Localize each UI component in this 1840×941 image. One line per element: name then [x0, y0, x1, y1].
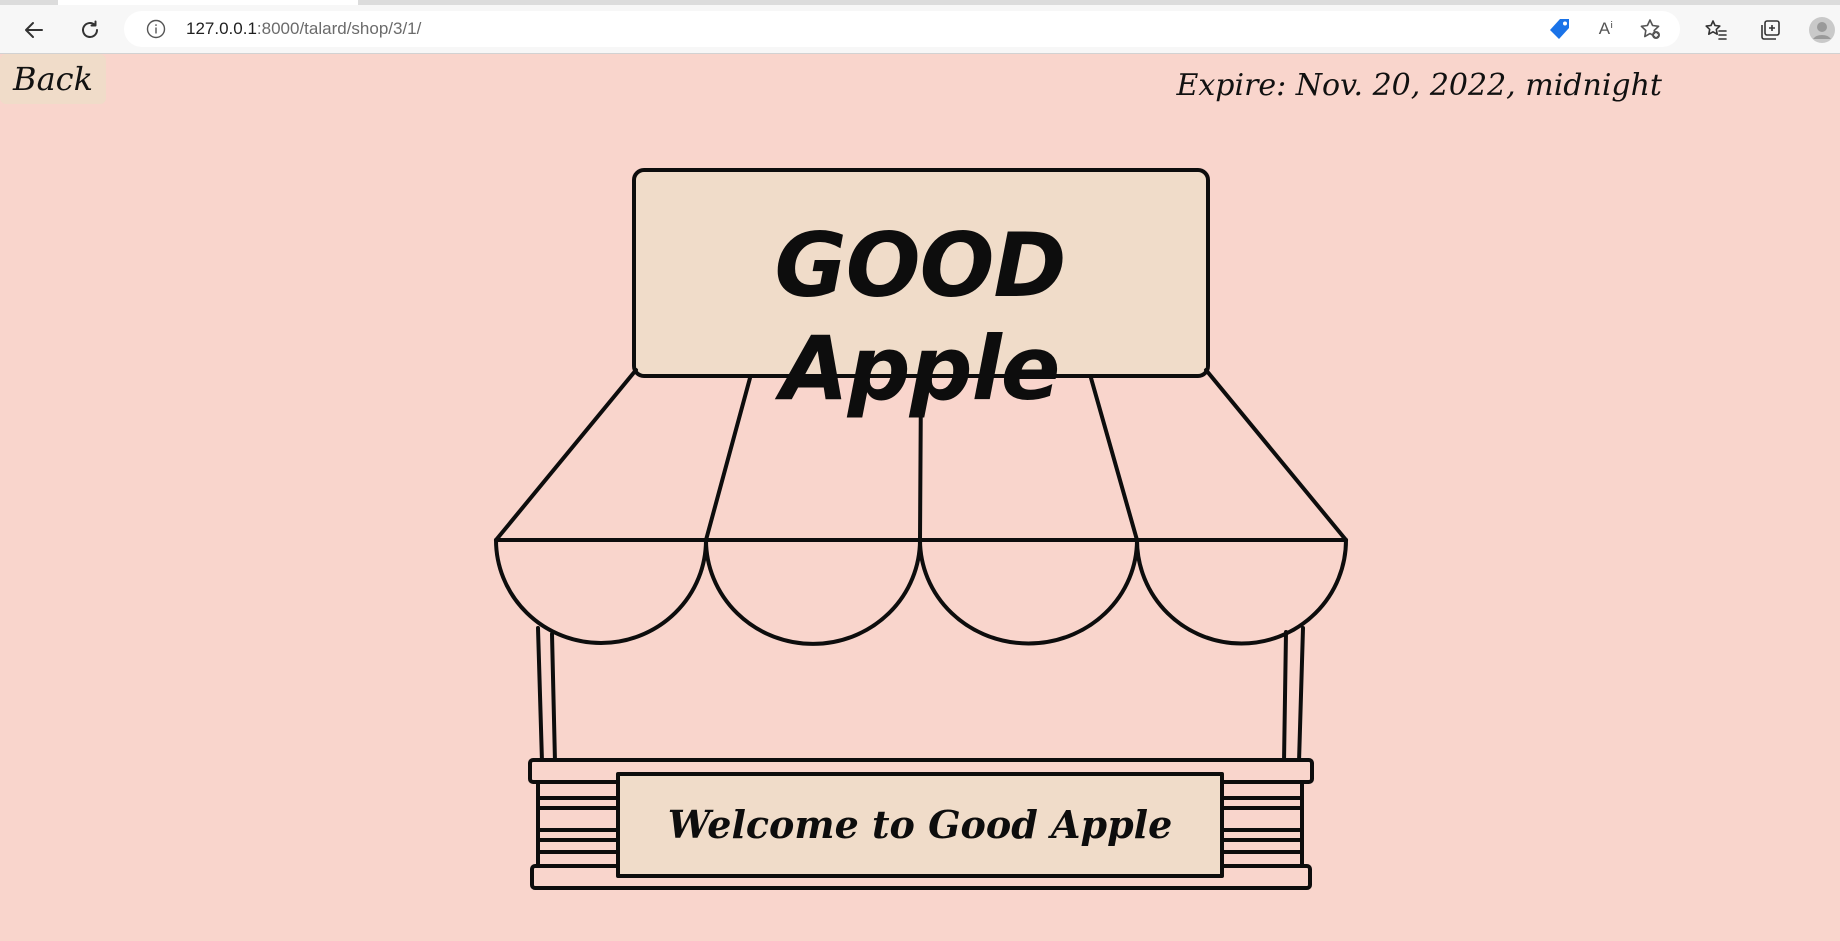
- welcome-message: Welcome to Good Apple: [667, 802, 1173, 847]
- shop-name: GOOD Apple: [774, 214, 1067, 420]
- stand-posts: [536, 626, 1305, 764]
- awning-scallops: [494, 538, 1348, 646]
